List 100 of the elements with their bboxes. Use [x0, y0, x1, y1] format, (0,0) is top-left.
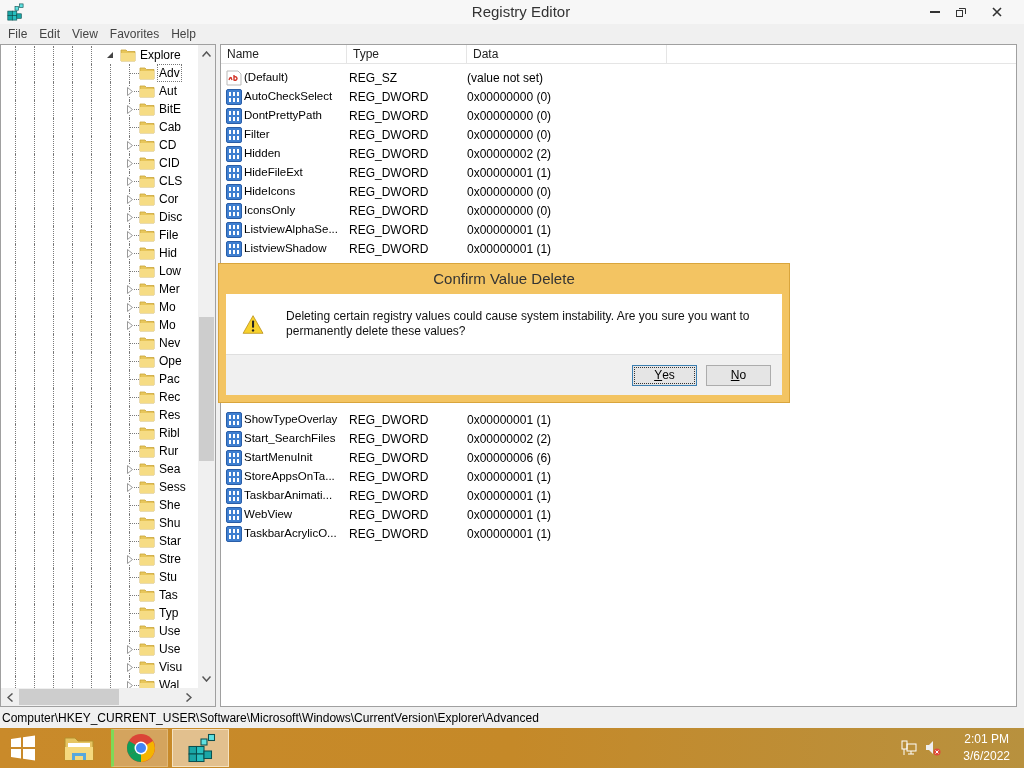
column-header[interactable]: Data	[467, 45, 667, 63]
collapse-icon[interactable]	[107, 51, 114, 59]
tree-item[interactable]: Mer	[157, 280, 182, 298]
tree-item[interactable]: Pac	[157, 370, 182, 388]
value-name[interactable]: HideFileExt	[244, 163, 303, 182]
cubes-icon	[6, 3, 24, 21]
tree-item[interactable]: BitE	[157, 100, 183, 118]
folder-icon	[139, 426, 155, 440]
expand-icon[interactable]	[126, 158, 133, 168]
taskbar-button[interactable]	[172, 729, 229, 767]
tree-item[interactable]: CID	[157, 154, 182, 172]
value-name[interactable]: DontPrettyPath	[244, 106, 322, 125]
tree-item[interactable]: Cor	[157, 190, 181, 208]
column-header[interactable]: Type	[347, 45, 467, 63]
tree-item[interactable]: Ribl	[157, 424, 182, 442]
tree-item[interactable]: CD	[157, 136, 179, 154]
start-icon	[9, 734, 37, 762]
tree-item[interactable]: CLS	[157, 172, 185, 190]
tree-item[interactable]: Rur	[157, 442, 181, 460]
folder-icon	[139, 480, 155, 494]
expand-icon[interactable]	[126, 482, 133, 492]
value-data: 0x00000001 (1)	[467, 525, 552, 543]
tree-item[interactable]: Mo	[157, 298, 178, 316]
expand-icon[interactable]	[126, 302, 133, 312]
value-name[interactable]: Start_SearchFiles	[244, 429, 336, 448]
expand-icon[interactable]	[126, 284, 133, 294]
expand-icon[interactable]	[126, 248, 133, 258]
expand-icon[interactable]	[126, 554, 133, 564]
horizontal-scrollbar[interactable]	[1, 688, 198, 706]
muted-speaker-icon[interactable]	[925, 740, 942, 756]
expand-icon[interactable]	[126, 662, 133, 672]
value-name[interactable]: ShowTypeOverlay	[244, 410, 338, 429]
value-name[interactable]: HideIcons	[244, 182, 296, 201]
expand-icon[interactable]	[126, 320, 133, 330]
menu-item[interactable]: Edit	[33, 25, 67, 43]
value-name[interactable]: ListviewShadow	[244, 239, 327, 258]
expand-icon[interactable]	[126, 194, 133, 204]
dialog-button[interactable]: No	[706, 364, 771, 386]
menu-item[interactable]: File	[2, 25, 34, 43]
value-data: 0x00000002 (2)	[467, 430, 552, 448]
menu-item[interactable]: Favorites	[103, 25, 166, 43]
value-name[interactable]: StoreAppsOnTa...	[244, 467, 335, 486]
expand-icon[interactable]	[126, 176, 133, 186]
tree-item[interactable]: Mo	[157, 316, 178, 334]
value-name[interactable]: (Default)	[244, 68, 289, 87]
tree-item[interactable]: Disc	[157, 208, 185, 226]
tree-item[interactable]: Ope	[157, 352, 184, 370]
value-name[interactable]: AutoCheckSelect	[244, 87, 333, 106]
vertical-scrollbar[interactable]	[198, 45, 215, 688]
tree-item[interactable]: File	[157, 226, 181, 244]
value-name[interactable]: WebView	[244, 505, 293, 524]
folder-icon	[139, 120, 155, 134]
tree-item[interactable]: Shu	[157, 514, 183, 532]
tree-item[interactable]: Use	[157, 622, 183, 640]
expand-icon[interactable]	[126, 212, 133, 222]
expand-icon[interactable]	[126, 104, 133, 114]
tree-item[interactable]: Sea	[157, 460, 183, 478]
tree-item[interactable]: Stu	[157, 568, 179, 586]
tree-item[interactable]: Stre	[157, 550, 183, 568]
dialog-message: Deleting certain registry values could cause system instability. Are you sure you want to permanently delete these values?	[286, 309, 751, 339]
tree-item[interactable]: She	[157, 496, 183, 514]
tree-item[interactable]: Explore	[138, 46, 183, 64]
tree-item[interactable]: Hid	[157, 244, 179, 262]
expand-icon[interactable]	[126, 230, 133, 240]
expand-icon[interactable]	[126, 464, 133, 474]
menu-item[interactable]: Help	[165, 25, 202, 43]
value-name[interactable]: ListviewAlphaSe...	[244, 220, 338, 239]
window-title: Registry Editor	[470, 1, 572, 22]
tree-item[interactable]: Rec	[157, 388, 183, 406]
folder-icon	[139, 570, 155, 584]
value-name[interactable]: Filter	[244, 125, 270, 144]
tree-item[interactable]: Visu	[157, 658, 185, 676]
expand-icon[interactable]	[126, 644, 133, 654]
tree-item[interactable]: Res	[157, 406, 183, 424]
column-header[interactable]: Name	[221, 45, 347, 63]
dialog-button[interactable]: Yes	[632, 364, 697, 386]
tree-item[interactable]: Typ	[157, 604, 181, 622]
tree-item[interactable]: Cab	[157, 118, 183, 136]
tree-item[interactable]: Star	[157, 532, 183, 550]
tree-item[interactable]: Low	[157, 262, 183, 280]
menu-item[interactable]: View	[66, 25, 104, 43]
value-name[interactable]: TaskbarAnimati...	[244, 486, 333, 505]
tree-item[interactable]: Adv	[157, 64, 182, 82]
value-type: REG_DWORD	[348, 411, 430, 429]
value-name[interactable]: IconsOnly	[244, 201, 296, 220]
tree-item[interactable]: Use	[157, 640, 183, 658]
value-name[interactable]: TaskbarAcrylicO...	[244, 524, 337, 543]
expand-icon[interactable]	[126, 140, 133, 150]
scroll-thumb[interactable]	[199, 317, 214, 461]
tree-item[interactable]: Nev	[157, 334, 183, 352]
network-icon[interactable]	[901, 740, 918, 756]
tree-item[interactable]: Aut	[157, 82, 179, 100]
value-name[interactable]: Hidden	[244, 144, 281, 163]
scroll-thumb[interactable]	[19, 689, 119, 705]
value-name[interactable]: StartMenuInit	[244, 448, 313, 467]
tree-item[interactable]: Tas	[157, 586, 180, 604]
tree-item[interactable]: Sess	[157, 478, 188, 496]
value-data: 0x00000001 (1)	[467, 506, 552, 524]
dialog-title: Confirm Value Delete	[433, 268, 575, 289]
expand-icon[interactable]	[126, 86, 133, 96]
